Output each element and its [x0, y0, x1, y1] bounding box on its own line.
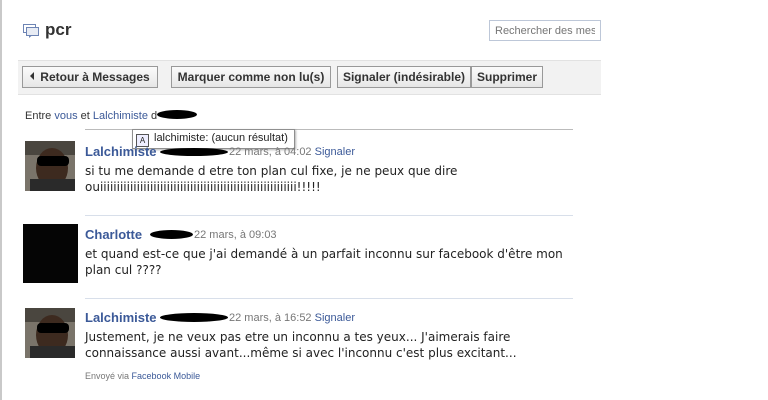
message-author-link[interactable]: Lalchimiste [85, 144, 157, 159]
search-input[interactable] [489, 20, 601, 41]
back-to-messages-button[interactable]: Retour à Messages [22, 66, 158, 88]
delete-button[interactable]: Supprimer [471, 66, 543, 88]
participants-line: Entre vous et Lalchimiste d [25, 110, 198, 122]
message-time: 22 mars, à 16:52 [229, 312, 312, 324]
message-line: connaissance aussi avant...même si avec … [85, 346, 517, 360]
report-link[interactable]: Signaler [315, 312, 355, 324]
message-line: plan cul ???? [85, 263, 162, 277]
redaction-scribble [150, 230, 193, 239]
participants-conjunction: et [80, 110, 90, 122]
report-link[interactable]: Signaler [315, 146, 355, 158]
participants-trailing: d [151, 110, 158, 122]
message-body: si tu me demande d etre ton plan cul fix… [85, 163, 457, 195]
message-meta: 22 mars, à 09:03 [194, 229, 277, 241]
message-body: et quand est-ce que j'ai demandé à un pa… [85, 246, 563, 278]
message-line: si tu me demande d etre ton plan cul fix… [85, 164, 458, 178]
redaction-scribble [160, 313, 228, 322]
back-label: Retour à Messages [40, 70, 150, 84]
left-border [0, 0, 2, 400]
avatar[interactable] [25, 141, 75, 191]
message-line: et quand est-ce que j'ai demandé à un pa… [85, 247, 563, 261]
messages-icon [23, 24, 39, 38]
participants-prefix: Entre [25, 110, 52, 122]
back-arrow-icon [30, 72, 35, 80]
message-divider [85, 298, 573, 299]
redaction-scribble [160, 148, 228, 156]
facebook-mobile-link[interactable]: Facebook Mobile [132, 371, 201, 381]
message-line: Justement, je ne veux pas etre un inconn… [85, 330, 511, 344]
participant-you-link[interactable]: vous [54, 110, 77, 122]
thread-title: pcr [45, 20, 72, 39]
message-time: 22 mars, à 04:02 [229, 146, 312, 158]
message-meta: 22 mars, à 16:52 Signaler [229, 312, 355, 324]
avatar[interactable] [25, 308, 75, 358]
profile-photo-icon [25, 141, 75, 191]
sent-via: Envoyé via Facebook Mobile [85, 371, 200, 381]
message-author-link[interactable]: Lalchimiste [85, 310, 157, 325]
avatar[interactable] [23, 224, 78, 283]
message-time: 22 mars, à 09:03 [194, 229, 277, 241]
profile-photo-icon [25, 308, 75, 358]
mark-unread-button[interactable]: Marquer comme non lu(s) [171, 66, 331, 88]
message-author-link[interactable]: Charlotte [85, 227, 142, 242]
message-divider [85, 215, 573, 216]
message-meta: 22 mars, à 04:02 Signaler [229, 146, 355, 158]
message-line: ouiiiiiiiiiiiiiiiiiiiiiiiiiiiiiiiiiiiiii… [85, 180, 321, 194]
redaction-scribble [157, 110, 198, 119]
tooltip-text: lalchimiste: (aucun résultat) [154, 132, 288, 144]
sent-via-prefix: Envoyé via [85, 371, 130, 381]
participant-other-link[interactable]: Lalchimiste [93, 110, 148, 122]
message-body: Justement, je ne veux pas etre un inconn… [85, 329, 517, 361]
report-spam-button[interactable]: Signaler (indésirable) [337, 66, 471, 88]
